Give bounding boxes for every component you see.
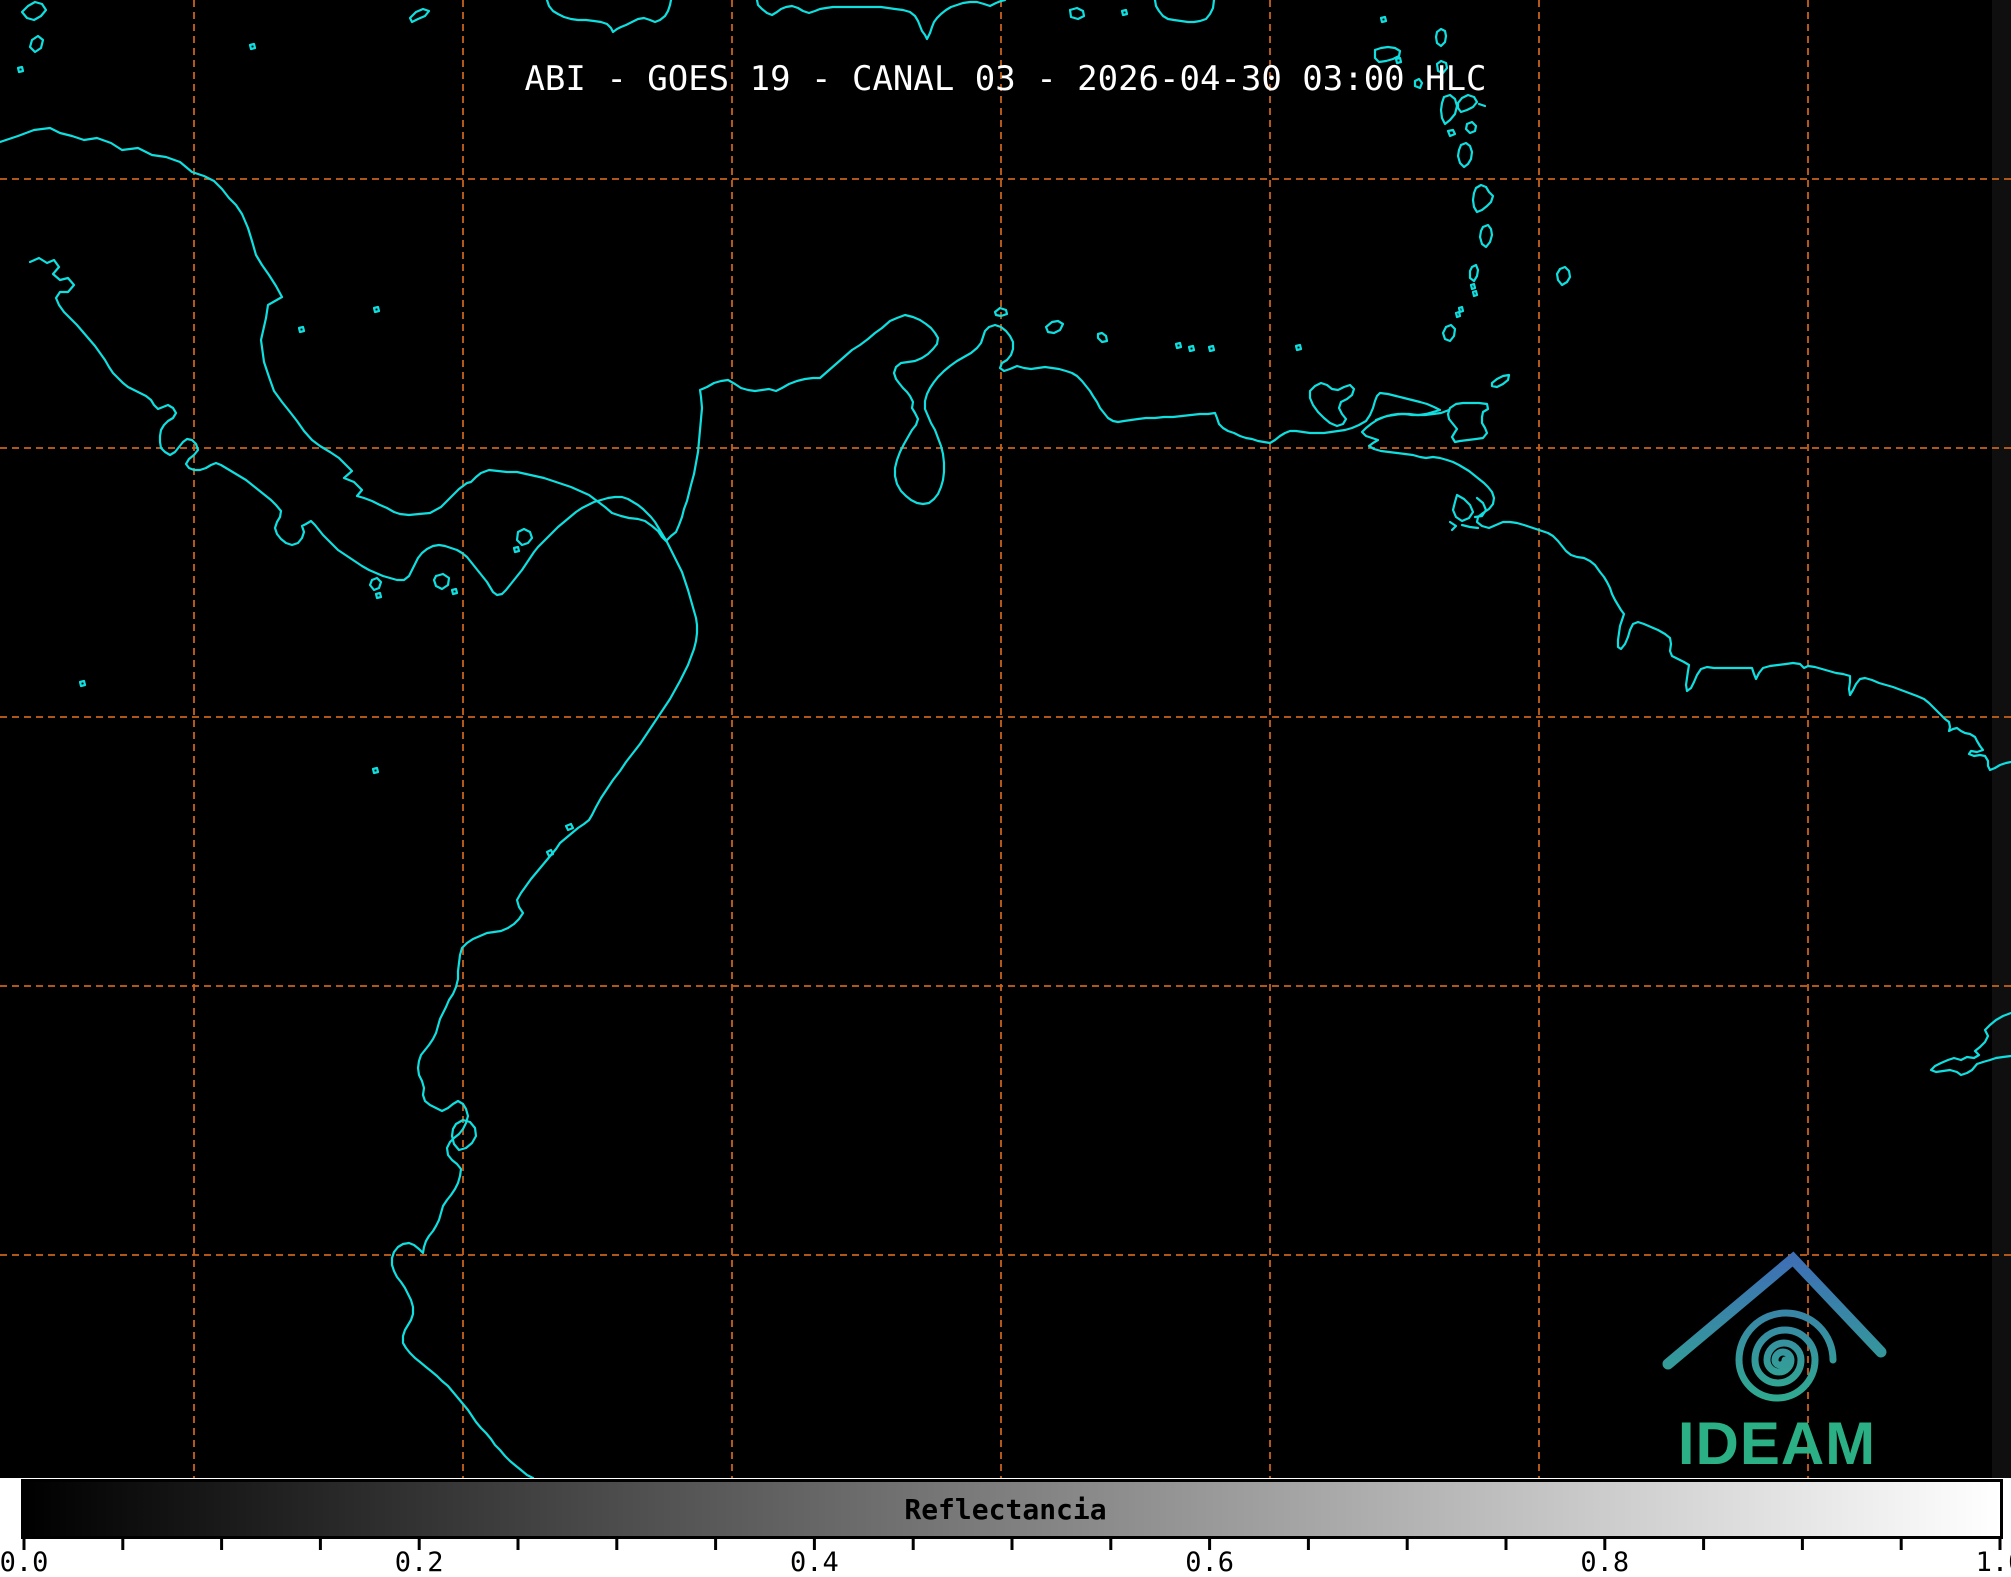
image-title: ABI - GOES 19 - CANAL 03 - 2026-04-30 03… — [524, 59, 1487, 99]
colorbar-tick-label: 1.0 — [1976, 1547, 2011, 1577]
colorbar-tick-label: 0.6 — [1185, 1547, 1234, 1577]
colorbar-label: Reflectancia — [904, 1493, 1107, 1526]
ideam-logo: IDEAM — [1662, 1251, 1887, 1477]
scan-edge-strip — [1992, 0, 2011, 1478]
colorbar-tick-label: 0.0 — [0, 1547, 48, 1577]
colorbar-tick-label: 0.8 — [1580, 1547, 1629, 1577]
colorbar-tick-label: 0.4 — [790, 1547, 839, 1577]
logo-text: IDEAM — [1678, 1410, 1876, 1477]
logo-hurricane-spiral-icon — [1735, 1309, 1837, 1402]
satellite-map: ABI - GOES 19 - CANAL 03 - 2026-04-30 03… — [0, 0, 2011, 1478]
colorbar-axis: 0.0 0.2 0.4 0.6 0.8 1.0 — [0, 1539, 2011, 1577]
colorbar: Reflectancia 0.0 0.2 0.4 0.6 0.8 1.0 — [0, 1478, 2011, 1577]
satellite-image-product: ABI - GOES 19 - CANAL 03 - 2026-04-30 03… — [0, 0, 2011, 1577]
colorbar-tick-label: 0.2 — [395, 1547, 444, 1577]
